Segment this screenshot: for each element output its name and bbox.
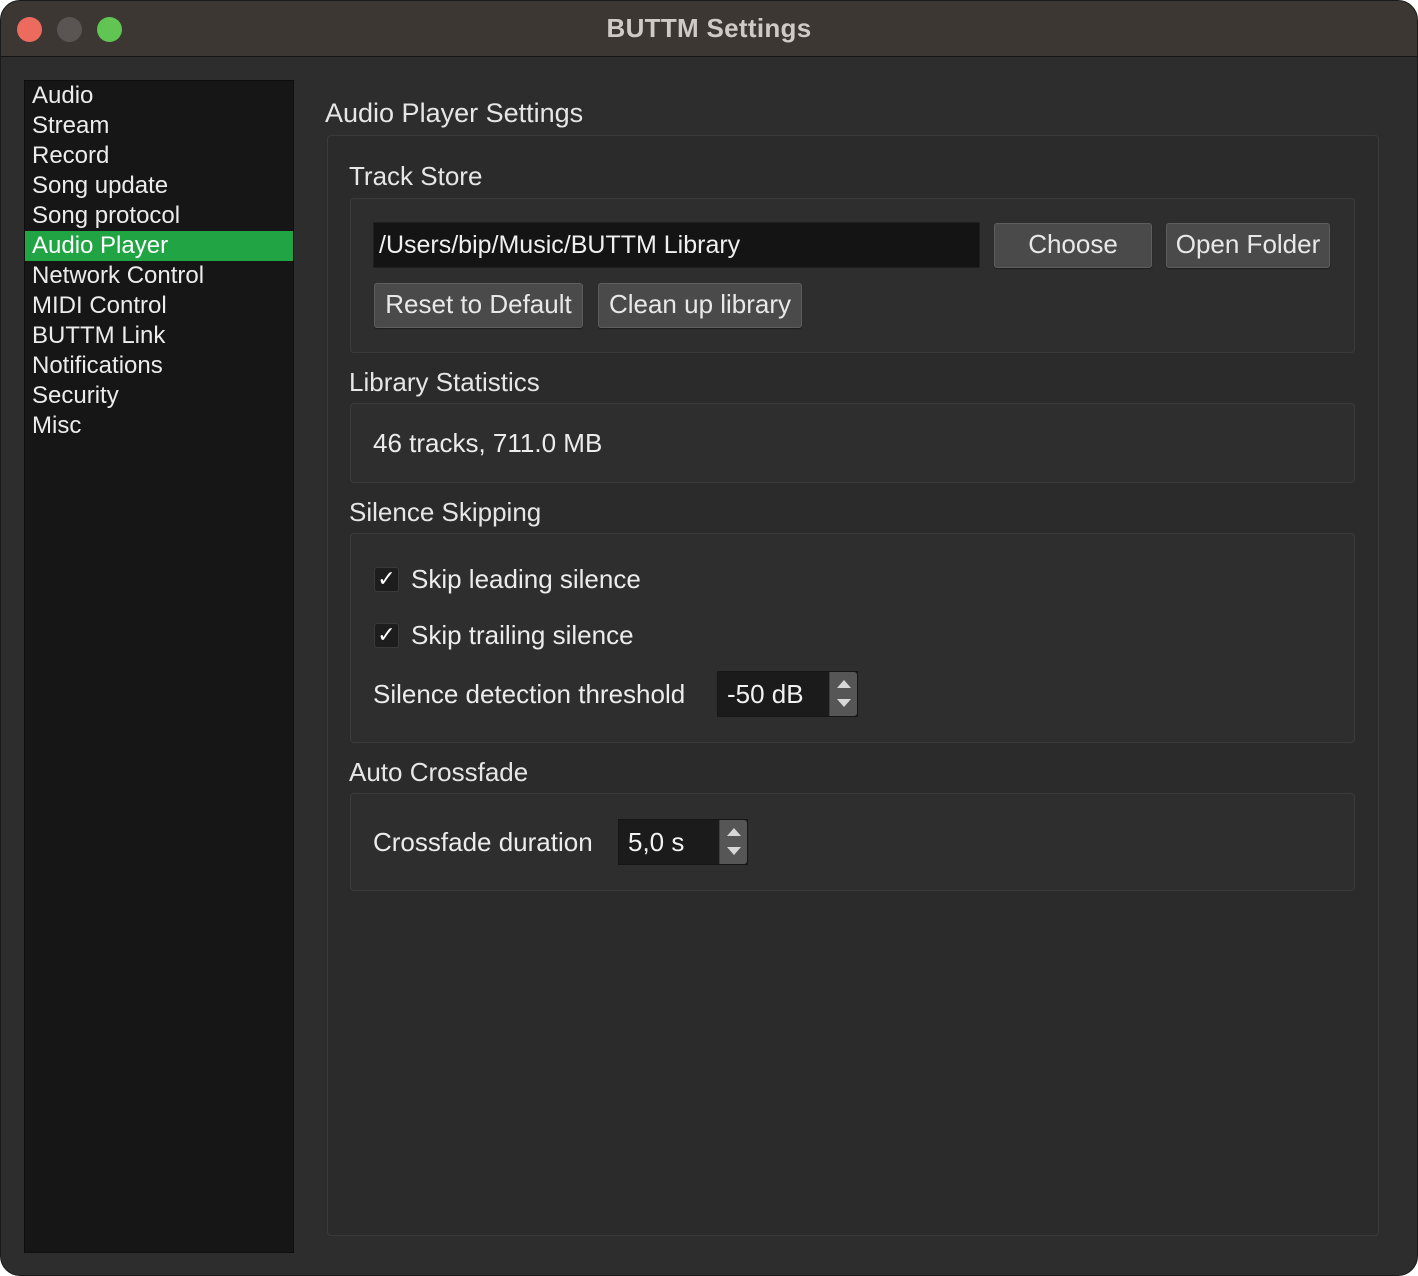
sidebar-item-record[interactable]: Record xyxy=(25,141,293,171)
silence-skipping-title: Silence Skipping xyxy=(349,497,542,527)
skip-leading-checkbox[interactable]: ✓ xyxy=(374,567,399,592)
settings-sidebar: Audio Stream Record Song update Song pro… xyxy=(24,80,294,1253)
threshold-value[interactable]: -50 dB xyxy=(727,672,804,716)
decrement-arrow-icon[interactable] xyxy=(727,847,741,855)
decrement-arrow-icon[interactable] xyxy=(837,699,851,707)
increment-arrow-icon[interactable] xyxy=(837,680,851,688)
choose-button[interactable]: Choose xyxy=(994,223,1152,268)
open-folder-button[interactable]: Open Folder xyxy=(1166,223,1330,268)
reset-to-default-button[interactable]: Reset to Default xyxy=(374,283,583,328)
threshold-stepper-arrows xyxy=(829,672,857,716)
sidebar-item-stream[interactable]: Stream xyxy=(25,111,293,141)
skip-trailing-label: Skip trailing silence xyxy=(411,620,634,650)
sidebar-item-security[interactable]: Security xyxy=(25,381,293,411)
threshold-stepper[interactable]: -50 dB xyxy=(717,671,858,717)
title-bar: BUTTM Settings xyxy=(1,1,1417,57)
crossfade-stepper-arrows xyxy=(719,820,747,864)
increment-arrow-icon[interactable] xyxy=(727,828,741,836)
track-store-title: Track Store xyxy=(349,161,483,191)
settings-window: BUTTM Settings Audio Stream Record Song … xyxy=(0,0,1418,1276)
sidebar-item-midi-control[interactable]: MIDI Control xyxy=(25,291,293,321)
window-title: BUTTM Settings xyxy=(606,13,812,43)
page-title: Audio Player Settings xyxy=(325,98,584,128)
sidebar-item-network-control[interactable]: Network Control xyxy=(25,261,293,291)
sidebar-item-audio[interactable]: Audio xyxy=(25,81,293,111)
library-path-field[interactable]: /Users/bip/Music/BUTTM Library xyxy=(373,222,980,268)
crossfade-duration-stepper[interactable]: 5,0 s xyxy=(618,819,748,865)
library-statistics-title: Library Statistics xyxy=(349,367,540,397)
sidebar-item-notifications[interactable]: Notifications xyxy=(25,351,293,381)
skip-trailing-checkbox[interactable]: ✓ xyxy=(374,623,399,648)
auto-crossfade-title: Auto Crossfade xyxy=(349,757,529,787)
sidebar-item-audio-player[interactable]: Audio Player xyxy=(25,231,293,261)
clean-up-library-button[interactable]: Clean up library xyxy=(598,283,802,328)
crossfade-duration-value[interactable]: 5,0 s xyxy=(628,820,684,864)
skip-leading-label: Skip leading silence xyxy=(411,564,641,594)
sidebar-item-song-protocol[interactable]: Song protocol xyxy=(25,201,293,231)
threshold-label: Silence detection threshold xyxy=(373,679,686,709)
crossfade-duration-label: Crossfade duration xyxy=(373,827,593,857)
sidebar-item-misc[interactable]: Misc xyxy=(25,411,293,441)
sidebar-item-song-update[interactable]: Song update xyxy=(25,171,293,201)
library-statistics-summary: 46 tracks, 711.0 MB xyxy=(373,428,603,458)
sidebar-item-buttm-link[interactable]: BUTTM Link xyxy=(25,321,293,351)
